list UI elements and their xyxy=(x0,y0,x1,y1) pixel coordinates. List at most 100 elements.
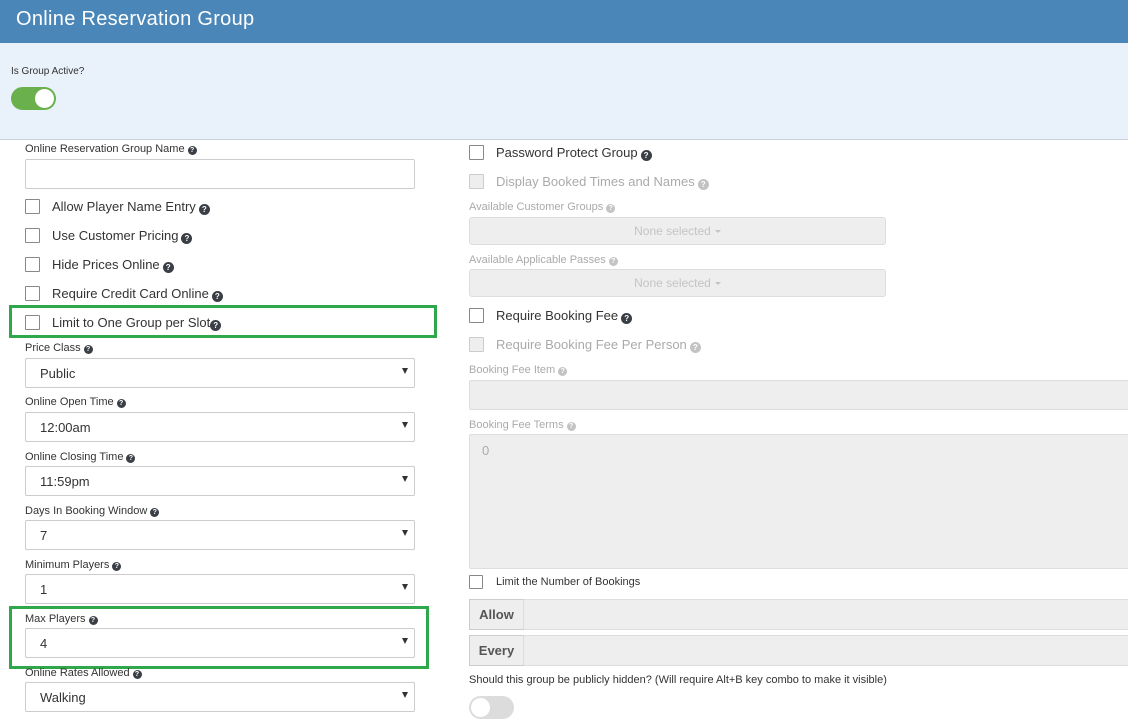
caret-down-icon xyxy=(402,584,408,590)
display-booked-label: Display Booked Times and Names? xyxy=(496,174,709,190)
help-icon[interactable]: ? xyxy=(210,320,222,331)
help-icon[interactable]: ? xyxy=(83,345,93,354)
caret-down-icon xyxy=(402,422,408,428)
limit-one-group-checkbox[interactable] xyxy=(25,315,40,330)
max-players-label: Max Players? xyxy=(25,613,98,625)
help-icon[interactable]: ? xyxy=(640,150,652,161)
booking-fee-terms-label: Booking Fee Terms? xyxy=(469,419,576,431)
allow-player-name-text: Allow Player Name Entry xyxy=(52,199,196,214)
use-customer-pricing-checkbox[interactable] xyxy=(25,228,40,243)
limit-bookings-checkbox[interactable] xyxy=(469,575,483,589)
booking-window-select[interactable]: 7 xyxy=(25,520,415,550)
group-active-toggle[interactable] xyxy=(11,87,56,110)
help-icon[interactable]: ? xyxy=(566,422,576,431)
booking-fee-per-person-label: Require Booking Fee Per Person? xyxy=(496,337,701,353)
applicable-passes-label: Available Applicable Passes? xyxy=(469,254,618,266)
limit-one-group-label: Limit to One Group per Slot? xyxy=(52,315,222,331)
max-players-select[interactable]: 4 xyxy=(25,628,415,658)
max-players-value: 4 xyxy=(40,636,48,651)
rates-allowed-label-text: Online Rates Allowed xyxy=(25,667,130,679)
price-class-select[interactable]: Public xyxy=(25,358,415,388)
toggle-knob xyxy=(471,698,490,717)
caret-down-icon xyxy=(714,282,721,285)
help-icon[interactable]: ? xyxy=(116,399,126,408)
display-booked-checkbox[interactable] xyxy=(469,174,484,189)
allow-addon: Allow xyxy=(469,599,524,630)
require-booking-fee-label: Require Booking Fee? xyxy=(496,308,633,324)
use-customer-pricing-label: Use Customer Pricing? xyxy=(52,228,193,244)
closing-time-label-text: Online Closing Time xyxy=(25,451,124,463)
help-icon[interactable]: ? xyxy=(558,367,568,376)
open-time-value: 12:00am xyxy=(40,420,91,435)
open-time-label-text: Online Open Time xyxy=(25,396,114,408)
hide-prices-checkbox[interactable] xyxy=(25,257,40,272)
require-credit-card-checkbox[interactable] xyxy=(25,286,40,301)
help-icon[interactable]: ? xyxy=(88,616,98,625)
rates-allowed-select[interactable]: Walking xyxy=(25,682,415,712)
customer-groups-value-wrap: None selected xyxy=(470,224,885,238)
help-icon[interactable]: ? xyxy=(697,179,709,190)
group-name-input[interactable] xyxy=(25,159,415,189)
rates-allowed-label: Online Rates Allowed? xyxy=(25,667,142,679)
limit-bookings-label: Limit the Number of Bookings xyxy=(496,576,641,588)
help-icon[interactable]: ? xyxy=(689,342,701,353)
caret-down-icon xyxy=(714,230,721,233)
page-header: Online Reservation Group xyxy=(0,0,1128,43)
password-protect-checkbox[interactable] xyxy=(469,145,484,160)
closing-time-label: Online Closing Time? xyxy=(25,451,136,463)
help-icon[interactable]: ? xyxy=(162,262,174,273)
applicable-passes-value: None selected xyxy=(634,276,711,290)
every-addon: Every xyxy=(469,635,524,666)
help-icon[interactable]: ? xyxy=(181,233,193,244)
help-icon[interactable]: ? xyxy=(606,204,616,213)
help-icon[interactable]: ? xyxy=(211,291,223,302)
help-icon[interactable]: ? xyxy=(126,454,136,463)
password-protect-text: Password Protect Group xyxy=(496,145,638,160)
booking-fee-per-person-checkbox[interactable] xyxy=(469,337,484,352)
require-credit-card-text: Require Credit Card Online xyxy=(52,286,209,301)
allow-player-name-checkbox[interactable] xyxy=(25,199,40,214)
hidden-question-label: Should this group be publicly hidden? (W… xyxy=(469,674,887,686)
group-name-label-text: Online Reservation Group Name xyxy=(25,143,185,155)
open-time-select[interactable]: 12:00am xyxy=(25,412,415,442)
help-icon[interactable]: ? xyxy=(150,508,160,517)
limit-one-group-text: Limit to One Group per Slot xyxy=(52,315,211,330)
caret-down-icon xyxy=(402,368,408,374)
caret-down-icon xyxy=(402,530,408,536)
closing-time-select[interactable]: 11:59pm xyxy=(25,466,415,496)
require-booking-fee-checkbox[interactable] xyxy=(469,308,484,323)
toggle-knob xyxy=(35,89,54,108)
require-booking-fee-text: Require Booking Fee xyxy=(496,308,619,323)
password-protect-label: Password Protect Group? xyxy=(496,145,652,161)
require-credit-card-label: Require Credit Card Online? xyxy=(52,286,223,302)
customer-groups-multiselect[interactable]: None selected xyxy=(469,217,886,245)
hide-prices-text: Hide Prices Online xyxy=(52,257,160,272)
applicable-passes-multiselect[interactable]: None selected xyxy=(469,269,886,297)
customer-groups-label-text: Available Customer Groups xyxy=(469,201,604,213)
price-class-label-text: Price Class xyxy=(25,342,81,354)
minimum-players-value: 1 xyxy=(40,582,48,597)
price-class-value: Public xyxy=(40,366,76,381)
caret-down-icon xyxy=(402,638,408,644)
every-input[interactable] xyxy=(523,635,1128,666)
open-time-label: Online Open Time? xyxy=(25,396,126,408)
group-active-panel: Is Group Active? xyxy=(0,43,1128,140)
booking-fee-item-label-text: Booking Fee Item xyxy=(469,364,556,376)
booking-fee-per-person-text: Require Booking Fee Per Person xyxy=(496,337,687,352)
hide-prices-label: Hide Prices Online? xyxy=(52,257,174,273)
booking-fee-terms-textarea[interactable]: 0 xyxy=(469,434,1128,569)
booking-fee-item-input[interactable] xyxy=(469,380,1128,410)
hidden-toggle[interactable] xyxy=(469,696,514,719)
help-icon[interactable]: ? xyxy=(621,313,633,324)
help-icon[interactable]: ? xyxy=(187,146,197,155)
help-icon[interactable]: ? xyxy=(198,204,210,215)
use-customer-pricing-text: Use Customer Pricing xyxy=(52,228,179,243)
allow-input[interactable] xyxy=(523,599,1128,630)
help-icon[interactable]: ? xyxy=(112,562,122,571)
help-icon[interactable]: ? xyxy=(608,257,618,266)
booking-fee-terms-value: 0 xyxy=(482,443,490,458)
minimum-players-label-text: Minimum Players xyxy=(25,559,110,571)
max-players-label-text: Max Players xyxy=(25,613,86,625)
help-icon[interactable]: ? xyxy=(132,670,142,679)
minimum-players-select[interactable]: 1 xyxy=(25,574,415,604)
